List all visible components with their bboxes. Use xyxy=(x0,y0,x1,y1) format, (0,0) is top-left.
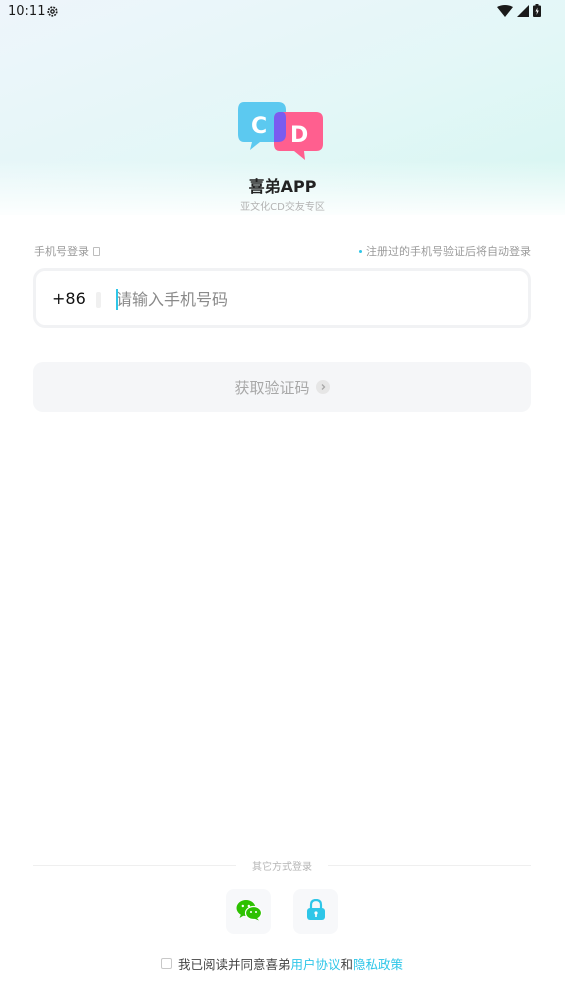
app-slogan: 亚文化CD交友专区 xyxy=(240,202,325,213)
app-logo: C D xyxy=(238,98,326,162)
agreement-row: 我已阅读并同意喜弟用户协议和隐私政策 xyxy=(161,954,403,973)
password-login-button[interactable] xyxy=(293,889,338,934)
user-agreement-link[interactable]: 用户协议 xyxy=(291,957,341,972)
wifi-icon xyxy=(497,4,513,21)
auto-register-note: 注册过的手机号验证后将自动登录 xyxy=(359,243,531,259)
login-label-text: 手机号登录 xyxy=(34,245,89,258)
auto-register-text: 注册过的手机号验证后将自动登录 xyxy=(366,245,531,258)
wechat-icon xyxy=(236,899,262,925)
phone-mini-icon xyxy=(93,246,100,256)
login-method-label: 手机号登录 xyxy=(34,243,100,259)
svg-text:C: C xyxy=(251,114,267,139)
get-code-button[interactable]: 获取验证码 xyxy=(33,362,531,412)
other-login-title: 其它方式登录 xyxy=(252,861,312,873)
chevron-right-icon xyxy=(315,380,330,394)
privacy-policy-link[interactable]: 隐私政策 xyxy=(353,957,403,972)
battery-icon xyxy=(533,4,541,21)
text-caret xyxy=(116,289,118,310)
country-code[interactable]: +86 xyxy=(52,289,86,308)
agreement-prefix: 我已阅读并同意喜弟 xyxy=(178,957,291,972)
agreement-and: 和 xyxy=(340,957,354,972)
get-code-label: 获取验证码 xyxy=(234,378,310,397)
lock-icon xyxy=(306,898,326,925)
agreement-text: 我已阅读并同意喜弟用户协议和隐私政策 xyxy=(178,954,403,973)
status-time: 10:11 xyxy=(8,4,46,19)
divider-line-right xyxy=(328,864,531,866)
status-icons xyxy=(497,4,541,21)
settings-gear-icon xyxy=(46,5,59,22)
bullet-dot-icon xyxy=(359,249,362,253)
wechat-login-button[interactable] xyxy=(226,889,271,934)
status-bar: 10:11 xyxy=(0,0,565,24)
other-login-divider: 其它方式登录 xyxy=(33,857,531,873)
divider-line-left xyxy=(33,864,236,866)
phone-number-input[interactable] xyxy=(116,283,496,315)
input-divider xyxy=(96,292,101,308)
signal-icon xyxy=(517,4,529,21)
app-name: 喜弟APP xyxy=(248,177,317,196)
agreement-checkbox[interactable] xyxy=(161,958,172,969)
svg-text:D: D xyxy=(290,123,308,148)
phone-input-container[interactable]: +86 xyxy=(33,268,531,328)
